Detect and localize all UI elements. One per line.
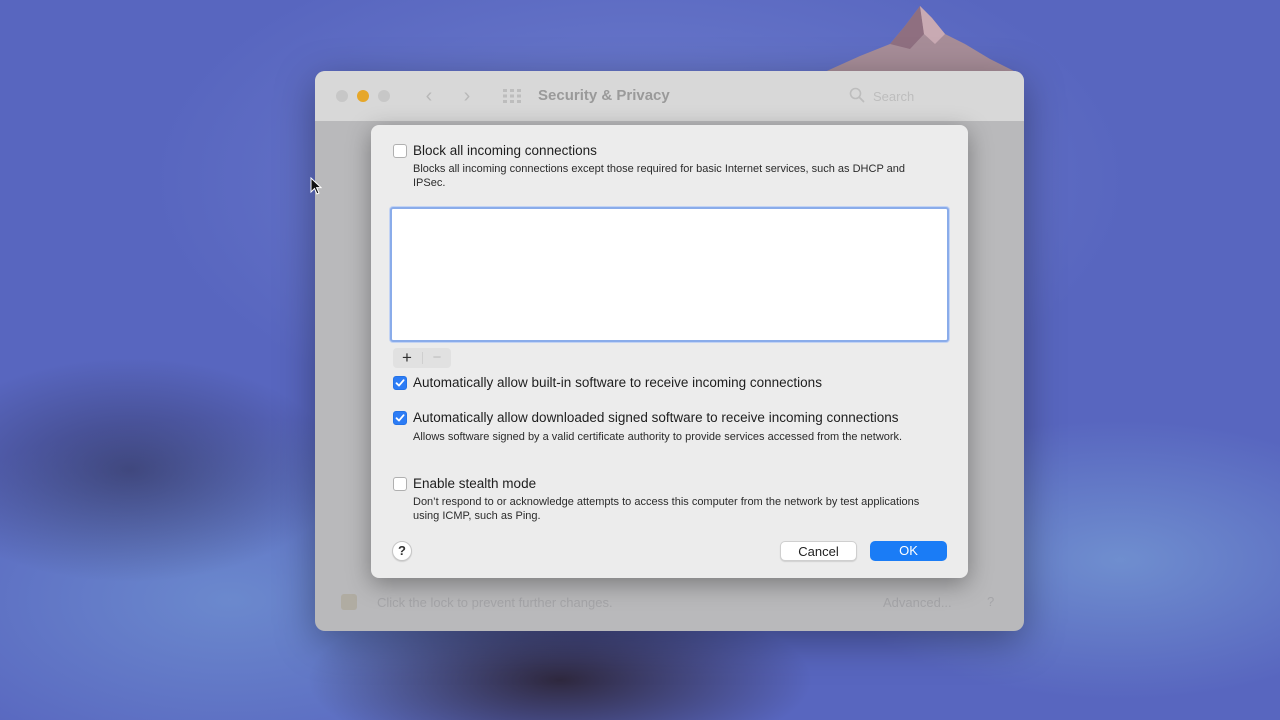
stealth-mode-checkbox[interactable] <box>393 477 407 491</box>
stealth-mode-description: Don’t respond to or acknowledge attempts… <box>413 496 920 522</box>
add-app-button[interactable]: + <box>393 348 421 368</box>
application-list[interactable] <box>390 207 949 342</box>
remove-app-button[interactable]: − <box>423 348 451 368</box>
forward-chevron-icon[interactable]: › <box>456 85 478 107</box>
checkmark-icon <box>395 379 405 387</box>
allow-signed-description: Allows software signed by a valid certif… <box>413 431 903 443</box>
minimize-window-button[interactable] <box>357 90 369 102</box>
allow-signed-checkbox[interactable] <box>393 411 407 425</box>
back-chevron-icon[interactable]: ‹ <box>418 85 440 107</box>
block-all-checkbox[interactable] <box>393 144 407 158</box>
allow-signed-label[interactable]: Automatically allow downloaded signed so… <box>413 410 899 425</box>
search-field[interactable]: Search <box>843 84 1003 108</box>
cancel-button[interactable]: Cancel <box>780 541 857 561</box>
checkmark-icon <box>395 414 405 422</box>
lock-icon[interactable] <box>341 594 357 610</box>
window-help-button[interactable]: ? <box>987 594 994 609</box>
ok-button[interactable]: OK <box>870 541 947 561</box>
show-all-grid-icon[interactable] <box>502 88 522 104</box>
block-all-label[interactable]: Block all incoming connections <box>413 143 597 158</box>
window-title: Security & Privacy <box>538 87 670 104</box>
help-button[interactable]: ? <box>392 541 412 561</box>
mouse-pointer-icon <box>310 177 322 195</box>
stealth-mode-label[interactable]: Enable stealth mode <box>413 476 536 491</box>
search-placeholder: Search <box>873 89 915 104</box>
wallpaper-mountain-peak <box>820 6 1020 74</box>
search-icon <box>849 87 865 103</box>
allow-builtin-label[interactable]: Automatically allow built-in software to… <box>413 375 822 390</box>
window-titlebar: ‹ › Security & Privacy Search <box>315 71 1024 121</box>
block-all-description: Blocks all incoming connections except t… <box>413 163 905 189</box>
close-window-button[interactable] <box>336 90 348 102</box>
zoom-window-button[interactable] <box>378 90 390 102</box>
lock-hint-text: Click the lock to prevent further change… <box>377 595 613 610</box>
add-remove-control: + − <box>393 348 451 368</box>
desktop-background: ‹ › Security & Privacy Search Click the … <box>0 0 1280 720</box>
firewall-options-sheet: Block all incoming connections Blocks al… <box>371 125 968 578</box>
allow-builtin-checkbox[interactable] <box>393 376 407 390</box>
advanced-button[interactable]: Advanced... <box>883 595 952 610</box>
